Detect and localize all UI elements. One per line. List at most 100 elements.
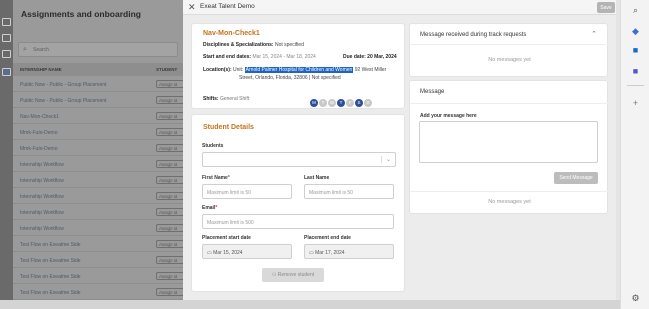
- assign-button[interactable]: Assign st: [156, 272, 184, 280]
- row-internship-name: Internship Workflow: [20, 162, 64, 168]
- settings-icon[interactable]: ⚙: [630, 293, 641, 304]
- message-textarea[interactable]: [419, 121, 598, 163]
- last-name-label: Last Name: [304, 175, 330, 181]
- chevron-down-icon: ⌄: [380, 156, 391, 163]
- message-title: Message: [420, 89, 445, 95]
- assign-button[interactable]: Assign st: [156, 224, 184, 232]
- save-button[interactable]: Save: [597, 2, 615, 13]
- table-row[interactable]: Internship Workflow Assign st: [13, 204, 184, 220]
- table-row[interactable]: Test Flow on Exeatme Side Assign st: [13, 268, 184, 284]
- left-rail: [0, 0, 13, 309]
- close-icon[interactable]: ✕: [188, 2, 196, 13]
- outlook-icon[interactable]: ■: [630, 45, 641, 56]
- assign-button[interactable]: Assign st: [156, 144, 184, 152]
- dates: Start and end dates: Mar 15, 2024 - Mar …: [203, 54, 316, 60]
- remove-student-button[interactable]: ⚇ Remove student: [262, 268, 324, 282]
- teams-icon[interactable]: ■: [630, 66, 641, 77]
- message-card: Message Add your message here Send Messa…: [409, 80, 609, 214]
- search-icon[interactable]: ⌕: [630, 5, 641, 16]
- add-message-label: Add your message here: [420, 113, 477, 119]
- internship-name: Nav-Mon-Check1: [203, 30, 260, 37]
- row-internship-name: Internship Workflow: [20, 178, 64, 184]
- search-input[interactable]: ⌕ Search: [18, 42, 178, 57]
- day-chip: T: [337, 99, 345, 107]
- students-label: Students: [202, 143, 224, 149]
- last-name-field[interactable]: Maximum limit is 50: [304, 184, 394, 199]
- table-row[interactable]: Internship Workflow Assign st: [13, 220, 184, 236]
- send-message-button[interactable]: Send Message: [554, 172, 598, 184]
- row-internship-name: Mmk-Futo-Demo: [20, 146, 58, 152]
- messages-received-title: Message received during track requests: [420, 32, 527, 38]
- table-row[interactable]: Nav-Mon-Check1 Assign st: [13, 108, 184, 124]
- table-row[interactable]: Mmk-Futo-Demo Assign st: [13, 140, 184, 156]
- assign-button[interactable]: Assign st: [156, 96, 184, 104]
- assign-button[interactable]: Assign st: [156, 80, 184, 88]
- assign-button[interactable]: Assign st: [156, 240, 184, 248]
- row-internship-name: Internship Workflow: [20, 210, 64, 216]
- end-date-field[interactable]: ▭ Mar 17, 2024: [304, 244, 394, 259]
- row-internship-name: Internship Workflow: [20, 194, 64, 200]
- row-internship-name: Test Flow on Exeatme Side: [20, 258, 81, 264]
- assign-button[interactable]: Assign st: [156, 256, 184, 264]
- row-internship-name: Test Flow on Exeatme Side: [20, 274, 81, 280]
- document-icon[interactable]: [2, 34, 11, 42]
- table-row[interactable]: Mmk-Futo-Demo Assign st: [13, 124, 184, 140]
- day-chip: W: [328, 99, 336, 107]
- copilot-icon[interactable]: ◆: [630, 26, 641, 37]
- student-details-title: Student Details: [203, 124, 254, 131]
- user-remove-icon: ⚇: [271, 272, 277, 278]
- assign-button[interactable]: Assign st: [156, 112, 184, 120]
- assign-button[interactable]: Assign st: [156, 208, 184, 216]
- first-name-field[interactable]: Maximum limit is 50: [202, 184, 292, 199]
- assignments-list: Assignments and onboarding ⌕ Search INTE…: [13, 0, 184, 309]
- menu-icon[interactable]: [2, 18, 11, 26]
- add-icon[interactable]: +: [630, 98, 641, 109]
- document-icon[interactable]: [2, 50, 11, 58]
- row-internship-name: Public Now - Public - Group Placement: [20, 98, 107, 104]
- modal-header: ✕ Exeat Talent Demo Save: [183, 0, 620, 15]
- email-field[interactable]: Maximum limit is 500: [202, 214, 394, 229]
- start-date-label: Placement start date: [202, 235, 251, 241]
- row-internship-name: Nav-Mon-Check1: [20, 114, 59, 120]
- page-title: Assignments and onboarding: [21, 9, 141, 19]
- row-internship-name: Mmk-Futo-Demo: [20, 130, 58, 136]
- assign-button[interactable]: Assign st: [156, 288, 184, 296]
- table-row[interactable]: Test Flow on Exeatme Side Assign st: [13, 252, 184, 268]
- modal: ✕ Exeat Talent Demo Save Nav-Mon-Check1 …: [183, 0, 620, 309]
- assign-button[interactable]: Assign st: [156, 128, 184, 136]
- students-select[interactable]: ⌄: [202, 152, 396, 167]
- day-chip: T: [319, 99, 327, 107]
- calendar-icon: ▭: [309, 250, 314, 256]
- table-row[interactable]: Public Now - Public - Group Placement Ass…: [13, 92, 184, 108]
- chevron-up-icon[interactable]: ⌃: [591, 30, 597, 38]
- modal-title: Exeat Talent Demo: [200, 3, 255, 10]
- assign-button[interactable]: Assign st: [156, 160, 184, 168]
- empty-state: No messages yet: [488, 57, 531, 63]
- assign-button[interactable]: Assign st: [156, 176, 184, 184]
- start-date-field[interactable]: ▭ Mar 15, 2024: [202, 244, 292, 259]
- search-icon: ⌕: [23, 46, 27, 53]
- first-name-label: First Name*: [202, 175, 230, 181]
- scrollbar[interactable]: [0, 300, 620, 309]
- day-chip: M: [310, 99, 318, 107]
- end-date-label: Placement end date: [304, 235, 351, 241]
- student-details-card: Student Details Students ⌄ First Name* M…: [191, 114, 405, 292]
- day-chip: F: [346, 99, 354, 107]
- assignments-icon[interactable]: [2, 68, 11, 76]
- table-row[interactable]: Public Now - Public - Group Placement Ass…: [13, 76, 184, 92]
- row-internship-name: Public Now - Public - Group Placement: [20, 82, 107, 88]
- due-date: Due date: 20 Mar, 2024: [343, 54, 397, 60]
- table-row[interactable]: Test Flow on Exeatme Side Assign st: [13, 236, 184, 252]
- day-chip: S: [355, 99, 363, 107]
- calendar-icon: ▭: [207, 250, 212, 256]
- assign-button[interactable]: Assign st: [156, 192, 184, 200]
- location-highlight: Arnold Palmer Hospital for Children and …: [244, 67, 354, 73]
- table-row[interactable]: Test Flow on Exeatme Side Assign st: [13, 284, 184, 300]
- shifts: Shifts: General Shift: [203, 96, 250, 102]
- row-internship-name: Test Flow on Exeatme Side: [20, 290, 81, 296]
- table-row[interactable]: Internship Workflow Assign st: [13, 156, 184, 172]
- column-header: STUDENT: [156, 67, 178, 72]
- table-row[interactable]: Internship Workflow Assign st: [13, 188, 184, 204]
- email-label: Email*: [202, 205, 218, 211]
- table-row[interactable]: Internship Workflow Assign st: [13, 172, 184, 188]
